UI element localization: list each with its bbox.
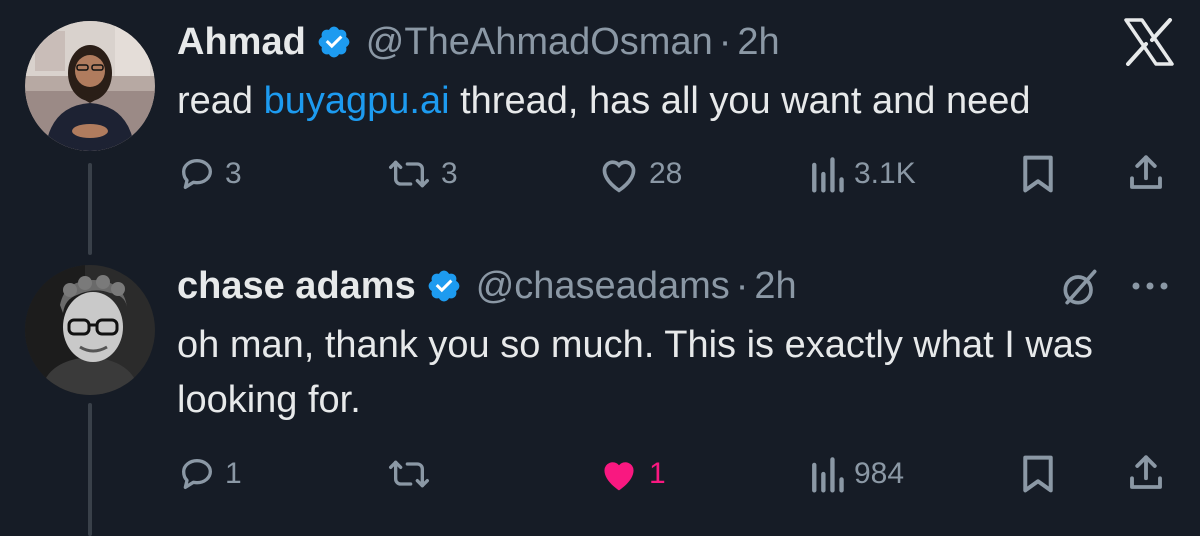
reply-count: 1 bbox=[225, 457, 242, 490]
views-chart-icon bbox=[812, 457, 844, 493]
avatar-ahmad[interactable] bbox=[25, 21, 155, 151]
heart-icon bbox=[602, 160, 636, 193]
tweet-2-header: chase adams @chaseadams · 2h bbox=[177, 264, 797, 308]
separator-dot: · bbox=[718, 20, 732, 63]
grok-icon[interactable] bbox=[1058, 266, 1102, 310]
tweet-2-text: oh man, thank you so much. This is exact… bbox=[177, 324, 1093, 421]
bookmark-button[interactable] bbox=[1020, 154, 1056, 194]
reply-button[interactable]: 3 bbox=[177, 154, 242, 194]
retweet-button[interactable]: 3 bbox=[385, 154, 458, 194]
timestamp[interactable]: 2h bbox=[754, 265, 796, 308]
reply-count: 3 bbox=[225, 157, 242, 190]
retweet-icon bbox=[389, 160, 430, 188]
display-name[interactable]: Ahmad bbox=[177, 21, 306, 64]
thread-line-top bbox=[88, 163, 92, 255]
retweet-icon bbox=[389, 460, 430, 488]
share-button[interactable] bbox=[1126, 452, 1166, 494]
views-count: 3.1K bbox=[854, 157, 916, 190]
handle[interactable]: @chaseadams bbox=[476, 265, 730, 308]
handle[interactable]: @TheAhmadOsman bbox=[366, 21, 713, 64]
views-button[interactable]: 984 bbox=[808, 454, 904, 494]
timestamp[interactable]: 2h bbox=[737, 21, 779, 64]
x-logo-icon[interactable] bbox=[1124, 18, 1174, 66]
bookmark-icon bbox=[1023, 155, 1053, 193]
verified-badge-icon bbox=[318, 26, 350, 58]
like-button[interactable]: 1 bbox=[597, 454, 666, 494]
share-icon bbox=[1130, 455, 1162, 489]
views-chart-icon bbox=[812, 157, 844, 193]
retweet-count: 3 bbox=[441, 157, 458, 190]
like-count: 28 bbox=[649, 157, 683, 190]
separator-dot: · bbox=[735, 264, 749, 307]
avatar-chase[interactable] bbox=[25, 265, 155, 395]
views-button[interactable]: 3.1K bbox=[808, 154, 916, 194]
tweet-text-segment: read bbox=[177, 80, 264, 122]
like-count: 1 bbox=[649, 457, 666, 490]
reply-icon bbox=[182, 159, 212, 189]
reply-button[interactable]: 1 bbox=[177, 454, 242, 494]
tweet-link[interactable]: buyagpu.ai bbox=[264, 80, 450, 122]
like-button[interactable]: 28 bbox=[597, 154, 682, 194]
display-name[interactable]: chase adams bbox=[177, 265, 416, 308]
bookmark-icon bbox=[1023, 455, 1053, 493]
heart-filled-icon bbox=[604, 462, 634, 491]
tweet-text-segment: thread, has all you want and need bbox=[449, 80, 1031, 122]
share-icon bbox=[1130, 155, 1162, 189]
more-options-icon[interactable] bbox=[1128, 274, 1172, 298]
tweet-1-text: read buyagpu.ai thread, has all you want… bbox=[177, 74, 1177, 129]
reply-icon bbox=[182, 459, 212, 489]
bookmark-button[interactable] bbox=[1020, 454, 1056, 494]
views-count: 984 bbox=[854, 457, 905, 490]
retweet-button[interactable] bbox=[385, 454, 441, 494]
thread-line-bottom bbox=[88, 403, 92, 536]
tweet-1-header: Ahmad @TheAhmadOsman · 2h bbox=[177, 20, 780, 64]
verified-badge-icon bbox=[428, 270, 460, 302]
share-button[interactable] bbox=[1126, 152, 1166, 194]
